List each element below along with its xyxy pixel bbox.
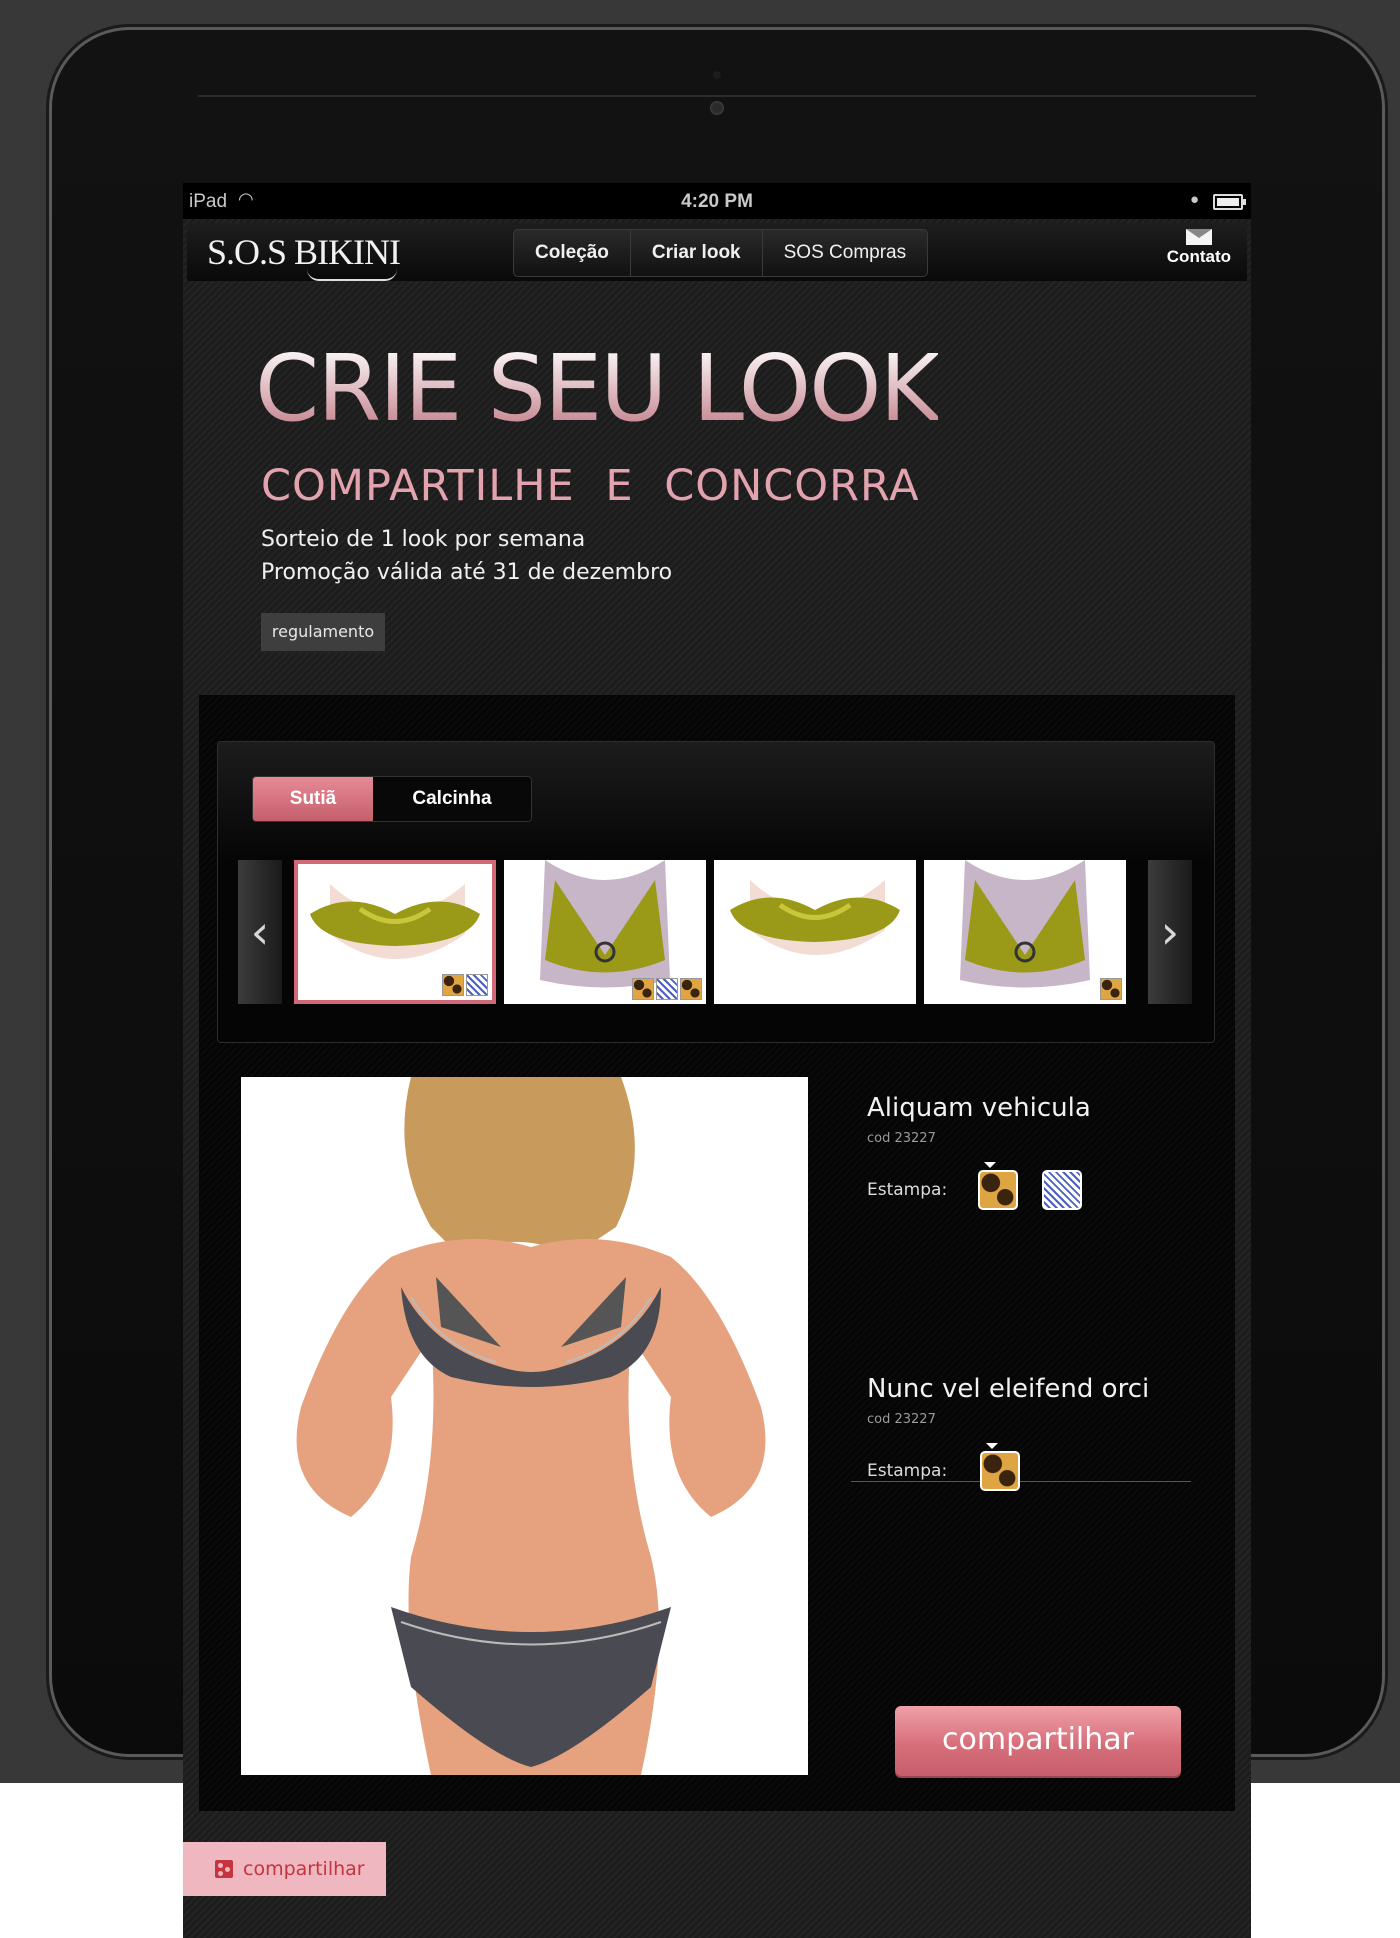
hero-subtitle: COMPARTILHE E CONCORRA bbox=[261, 461, 920, 511]
product-code: cod 23227 bbox=[867, 1131, 936, 1146]
chevron-right-icon: › bbox=[1160, 905, 1180, 959]
product-divider bbox=[851, 1481, 1191, 1482]
leopard-swatch-icon bbox=[632, 978, 654, 1000]
share-icon bbox=[215, 1860, 233, 1878]
main-nav: Coleção Criar look SOS Compras bbox=[513, 229, 929, 277]
mail-icon bbox=[1185, 229, 1212, 245]
share-button[interactable]: compartilhar bbox=[895, 1706, 1181, 1776]
alarm-icon: ● bbox=[1189, 191, 1199, 208]
leopard-print-swatch[interactable] bbox=[980, 1451, 1020, 1491]
product-thumb[interactable] bbox=[924, 860, 1126, 1004]
carousel-prev-button[interactable]: ‹ bbox=[238, 860, 282, 1004]
twist-bra-image bbox=[720, 870, 910, 980]
model-illustration bbox=[241, 1077, 808, 1775]
tablet-bezel-line bbox=[198, 95, 1256, 97]
hero-title: CRIE SEU LOOK bbox=[255, 335, 940, 442]
print-label: Estampa: bbox=[867, 1180, 948, 1200]
tab-sutia[interactable]: Sutiã bbox=[253, 777, 373, 821]
tablet-sensor bbox=[713, 71, 721, 79]
print-label: Estampa: bbox=[867, 1461, 948, 1481]
product-name: Aliquam vehicula bbox=[867, 1093, 1091, 1123]
thumb-swatches bbox=[632, 978, 702, 1000]
product-name: Nunc vel eleifend orci bbox=[867, 1374, 1150, 1404]
hero-line-draw: Sorteio de 1 look por semana bbox=[261, 527, 586, 552]
chevron-left-icon: ‹ bbox=[250, 905, 270, 959]
product-thumb[interactable] bbox=[714, 860, 916, 1004]
blue-print-swatch[interactable] bbox=[1042, 1170, 1082, 1210]
thumb-swatches bbox=[1100, 978, 1122, 1000]
halter-bra-image bbox=[930, 860, 1120, 1000]
tab-calcinha[interactable]: Calcinha bbox=[373, 777, 531, 821]
product-carousel: Sutiã Calcinha ‹ › bbox=[217, 741, 1215, 1043]
nav-criar-look[interactable]: Criar look bbox=[631, 230, 763, 276]
leopard-print-swatch[interactable] bbox=[978, 1170, 1018, 1210]
twist-bra-image bbox=[300, 874, 490, 984]
carousel-next-button[interactable]: › bbox=[1148, 860, 1192, 1004]
thumbnail-strip bbox=[294, 860, 1126, 1004]
product-code: cod 23227 bbox=[867, 1412, 936, 1427]
battery-icon bbox=[1213, 194, 1246, 210]
contact-button[interactable]: Contato bbox=[1167, 229, 1231, 267]
hero-line-validity: Promoção válida até 31 de dezembro bbox=[261, 560, 673, 585]
nav-sos-compras[interactable]: SOS Compras bbox=[763, 230, 927, 276]
look-preview-image bbox=[241, 1077, 808, 1775]
nav-colecao[interactable]: Coleção bbox=[514, 230, 631, 276]
navigation-bar: S.O.S BIKINI Coleção Criar look SOS Comp… bbox=[187, 223, 1247, 281]
product-thumb[interactable] bbox=[294, 860, 496, 1004]
selected-marker-icon bbox=[984, 1162, 996, 1168]
rules-button[interactable]: regulamento bbox=[261, 613, 385, 653]
contact-label: Contato bbox=[1166, 247, 1231, 266]
app-screen: iPad ◠ 4:20 PM ● S.O.S BIKINI Coleção Cr… bbox=[183, 183, 1251, 1938]
blue-swatch-icon bbox=[656, 978, 678, 1000]
status-bar: iPad ◠ 4:20 PM ● bbox=[183, 183, 1251, 219]
brand-logo[interactable]: S.O.S BIKINI bbox=[207, 231, 401, 273]
look-builder-panel: Sutiã Calcinha ‹ › Aliquam vehicula cod … bbox=[199, 695, 1235, 1811]
category-tabs: Sutiã Calcinha bbox=[252, 776, 532, 822]
thumb-swatches bbox=[442, 974, 488, 996]
status-time: 4:20 PM bbox=[681, 191, 753, 212]
floating-share-label: compartilhar bbox=[243, 1858, 365, 1880]
tablet-camera bbox=[710, 101, 724, 115]
leopard-swatch-icon bbox=[442, 974, 464, 996]
selected-marker-icon bbox=[986, 1443, 998, 1449]
logo-swoosh bbox=[307, 269, 397, 281]
product-thumb[interactable] bbox=[504, 860, 706, 1004]
leopard-swatch-icon bbox=[680, 978, 702, 1000]
blue-swatch-icon bbox=[466, 974, 488, 996]
floating-share-button[interactable]: compartilhar bbox=[183, 1842, 386, 1896]
leopard-swatch-icon bbox=[1100, 978, 1122, 1000]
